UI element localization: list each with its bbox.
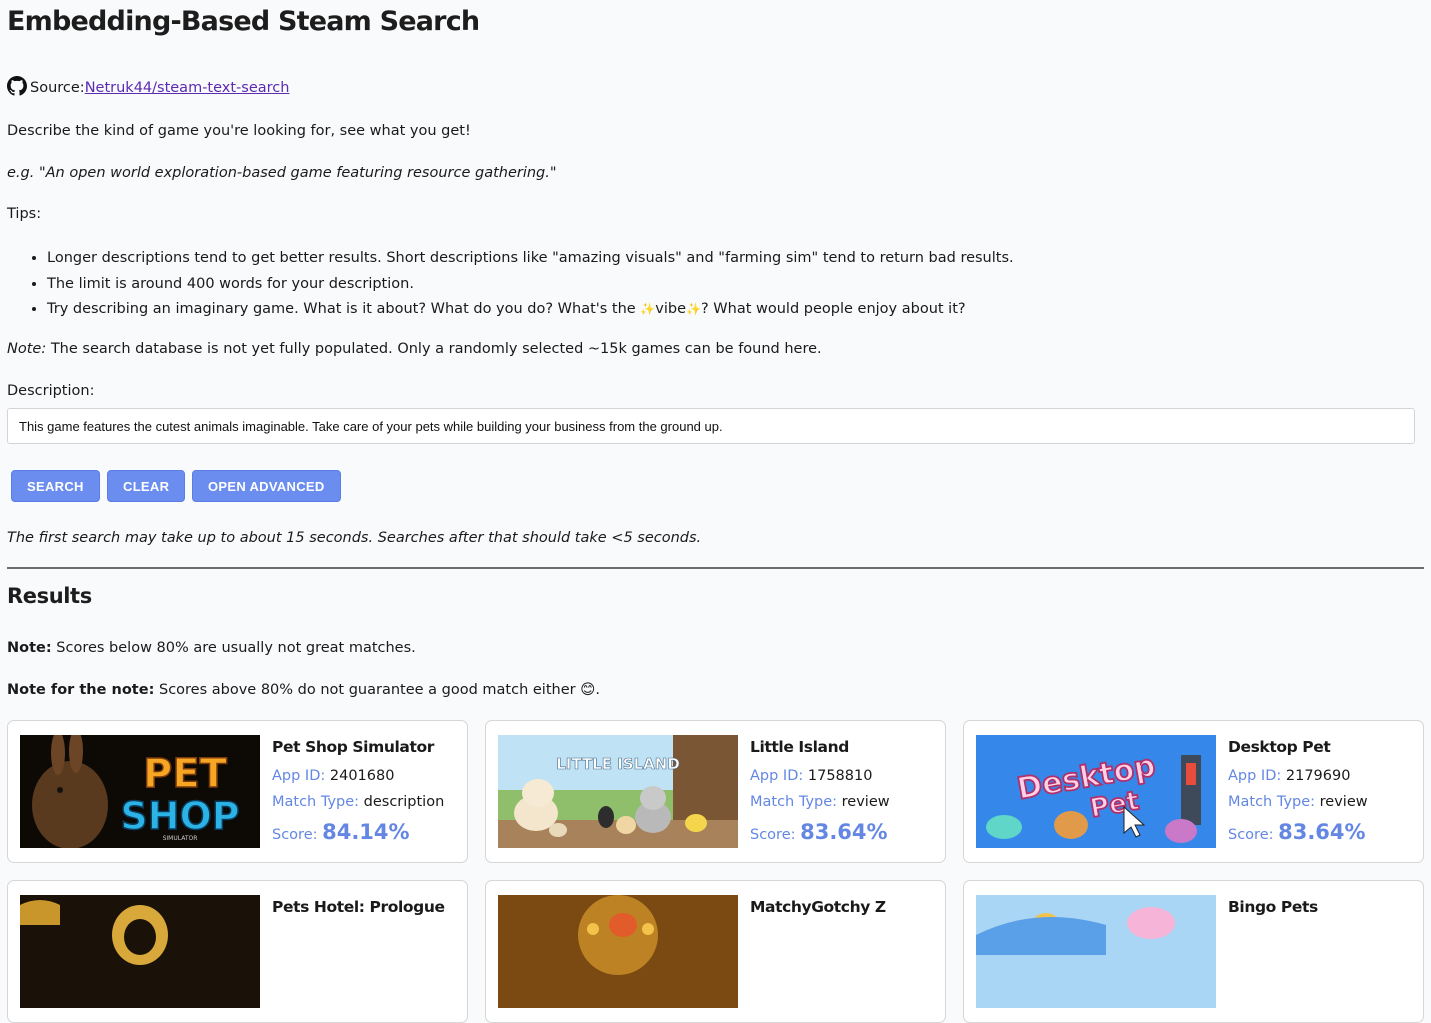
app-id-value: 2401680 xyxy=(329,768,395,784)
results-note: Note: Scores below 80% are usually not g… xyxy=(7,640,416,656)
game-title: Bingo Pets xyxy=(1228,898,1318,916)
score-label: Score: xyxy=(750,827,796,843)
result-card[interactable]: Pets Hotel: Prologue xyxy=(7,880,468,1023)
game-title: Little Island xyxy=(750,738,849,756)
result-card[interactable]: PET SHOP SIMULATOR Pet Shop Simulator Ap… xyxy=(7,720,468,863)
result-card[interactable]: Desktop Pet Desktop Pet App ID: 2179690 … xyxy=(963,720,1424,863)
game-thumbnail: LITTLE ISLAND xyxy=(498,735,738,848)
clear-button[interactable]: CLEAR xyxy=(107,470,186,502)
page-title: Embedding-Based Steam Search xyxy=(7,6,480,37)
app-id-value: 1758810 xyxy=(807,768,873,784)
example-text: e.g. "An open world exploration-based ga… xyxy=(7,165,557,181)
tip-item: The limit is around 400 words for your d… xyxy=(47,272,1014,298)
score-label: Score: xyxy=(1228,827,1274,843)
match-type-value: review xyxy=(1319,794,1368,810)
game-title: Pet Shop Simulator xyxy=(272,738,434,756)
app-id-label: App ID: xyxy=(750,768,804,784)
score-value: 83.64% xyxy=(1278,820,1366,844)
match-type-value: review xyxy=(841,794,890,810)
result-card[interactable]: Bingo Pets xyxy=(963,880,1424,1023)
svg-text:LITTLE ISLAND: LITTLE ISLAND xyxy=(556,755,680,773)
score-value: 83.64% xyxy=(800,820,888,844)
source-label: Source: xyxy=(30,80,85,96)
open-advanced-button[interactable]: OPEN ADVANCED xyxy=(192,470,341,502)
results-heading: Results xyxy=(7,584,92,608)
game-thumbnail xyxy=(498,895,738,1008)
app-id-label: App ID: xyxy=(1228,768,1282,784)
sparkle-icon: ✨ xyxy=(640,302,656,316)
svg-text:SHOP: SHOP xyxy=(120,794,239,838)
results-note2-label: Note for the note: xyxy=(7,682,155,698)
search-button[interactable]: SEARCH xyxy=(11,470,100,502)
score-value: 84.14% xyxy=(322,820,410,844)
svg-text:PET: PET xyxy=(143,751,228,797)
svg-text:SIMULATOR: SIMULATOR xyxy=(163,835,198,842)
tips-label: Tips: xyxy=(7,206,42,222)
divider xyxy=(7,567,1424,569)
game-thumbnail: PET SHOP SIMULATOR xyxy=(20,735,260,848)
sparkle-icon: ✨ xyxy=(686,302,701,316)
source-line: Source: Netruk44/steam-text-search xyxy=(7,76,289,96)
game-thumbnail xyxy=(20,895,260,1008)
app-id-value: 2179690 xyxy=(1285,768,1351,784)
note-text: The search database is not yet fully pop… xyxy=(46,341,822,357)
intro-text: Describe the kind of game you're looking… xyxy=(7,123,471,139)
tip-item: Try describing an imaginary game. What i… xyxy=(47,297,1014,323)
game-thumbnail: Desktop Pet xyxy=(976,735,1216,848)
timing-note: The first search may take up to about 15… xyxy=(7,530,702,546)
game-title: Desktop Pet xyxy=(1228,738,1331,756)
result-card[interactable]: LITTLE ISLAND Little Island App ID: 1758… xyxy=(485,720,946,863)
results-note-label: Note: xyxy=(7,640,52,656)
app-id-label: App ID: xyxy=(272,768,326,784)
match-type-value: description xyxy=(363,794,445,810)
results-note-2: Note for the note: Scores above 80% do n… xyxy=(7,682,600,698)
score-label: Score: xyxy=(272,827,318,843)
result-card[interactable]: MatchyGotchy Z xyxy=(485,880,946,1023)
tip-item: Longer descriptions tend to get better r… xyxy=(47,246,1014,272)
note-label: Note: xyxy=(7,341,47,357)
description-input[interactable] xyxy=(7,408,1415,444)
game-title: MatchyGotchy Z xyxy=(750,898,886,916)
match-type-label: Match Type: xyxy=(272,794,360,810)
source-link[interactable]: Netruk44/steam-text-search xyxy=(85,80,290,96)
description-label: Description: xyxy=(7,383,95,399)
match-type-label: Match Type: xyxy=(750,794,838,810)
github-icon xyxy=(7,76,27,96)
tips-list: Longer descriptions tend to get better r… xyxy=(7,246,1014,323)
db-note: Note: The search database is not yet ful… xyxy=(7,341,822,357)
game-title: Pets Hotel: Prologue xyxy=(272,898,445,916)
game-thumbnail xyxy=(976,895,1216,1008)
match-type-label: Match Type: xyxy=(1228,794,1316,810)
